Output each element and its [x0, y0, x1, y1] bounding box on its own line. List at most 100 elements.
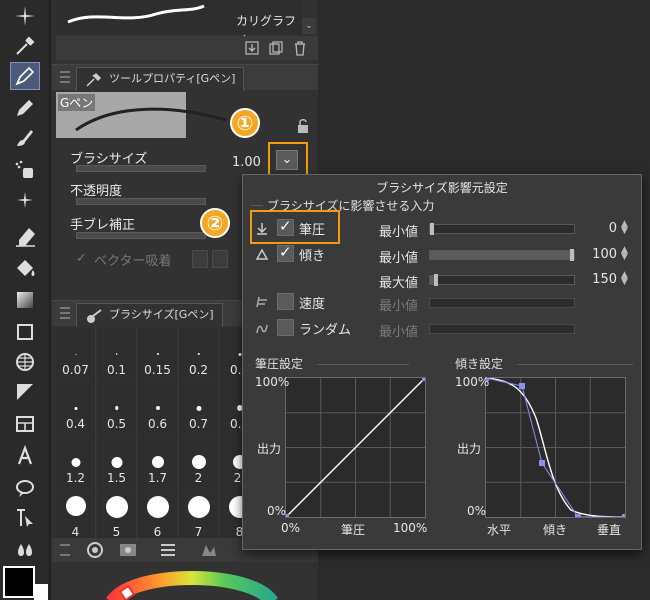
copy-icon[interactable] [268, 40, 284, 56]
correct-line-tool-icon[interactable] [10, 504, 40, 532]
balloon-frame-tool-icon[interactable] [10, 410, 40, 438]
brush-size-label: 4 [71, 525, 80, 539]
grip-icon[interactable] [60, 71, 70, 83]
grip-icon[interactable] [60, 544, 70, 556]
curve-control-point [575, 514, 581, 520]
brush-size-label: 1.7 [147, 471, 168, 485]
star-tool-icon[interactable] [10, 2, 40, 30]
trash-icon[interactable] [292, 40, 308, 56]
brush-size-dot [65, 496, 86, 516]
airbrush-tool-icon[interactable] [10, 156, 40, 184]
brush-size-bar[interactable] [76, 165, 206, 172]
random-min-label: 最小値 [379, 325, 419, 340]
step2-highlight [250, 210, 340, 244]
brush-size-dot [105, 496, 128, 518]
double-chevron-down-icon[interactable]: ⌄ [276, 150, 298, 170]
brush-size-cell[interactable]: 0.15 [138, 328, 178, 381]
sub-tool-item[interactable]: カリグラフィ [56, 0, 302, 45]
lock-icon[interactable] [296, 118, 310, 134]
tab-brush-size[interactable]: ブラシサイズ[Gペン] [76, 303, 223, 327]
brush-size-cell[interactable]: 0.6 [138, 382, 178, 435]
tab-label: ブラシサイズ[Gペン] [109, 308, 214, 321]
curve-control-point [422, 375, 428, 381]
brush-size-cell[interactable]: 1.5 [97, 436, 137, 489]
brush-size-dot [146, 496, 169, 518]
chevron-down-icon[interactable]: ⌄ [302, 18, 316, 34]
pressure-min-value: 0 [608, 221, 617, 236]
brush-size-label: 1.5 [106, 471, 127, 485]
tilt-min-spinner[interactable]: ▲ ▼ [621, 246, 629, 262]
brush-size-cell[interactable]: 0.4 [56, 382, 96, 435]
pressure-min-spinner[interactable]: ▲ ▼ [621, 220, 629, 236]
brush-size-dot [196, 405, 201, 411]
random-min-slider[interactable] [429, 324, 575, 334]
color-slider-tab-icon[interactable] [158, 541, 178, 559]
grip-icon[interactable] [60, 307, 70, 319]
color-wheel[interactable] [92, 562, 292, 600]
brush-size-label: 0.1 [106, 363, 127, 377]
color-set-tab-icon[interactable] [118, 541, 138, 559]
random-checkbox[interactable] [277, 319, 294, 336]
sub-color-swatch[interactable] [34, 584, 48, 600]
brush-size-dot [187, 496, 210, 518]
pressure-graph-title: 筆圧設定 [255, 357, 304, 371]
pressure-min-slider[interactable] [429, 223, 575, 235]
brush-size-cell[interactable]: 2 [179, 436, 219, 489]
brush-size-value: 1.00 [232, 155, 261, 170]
pencil-tool-icon[interactable] [10, 94, 40, 122]
tab-tool-property[interactable]: ツールプロパティ[Gペン] [76, 67, 245, 91]
balloon-tool-icon[interactable] [10, 474, 40, 502]
tilt-min-slider[interactable] [429, 249, 575, 261]
figure-tool-icon[interactable] [10, 318, 40, 346]
vector-snap-checkbox[interactable]: ✓ [76, 252, 89, 265]
eyedropper-tool-icon[interactable] [10, 32, 40, 60]
tilt-max-slider[interactable] [429, 274, 575, 286]
tilt-curve-graph[interactable] [483, 375, 628, 520]
brush-size-cell[interactable]: 0.07 [56, 328, 96, 381]
opacity-label: 不透明度 [70, 184, 123, 199]
pen-tool-icon[interactable] [10, 62, 40, 90]
tab-label: ツールプロパティ[Gペン] [109, 72, 236, 85]
pressure-x-left: 0% [281, 521, 301, 535]
brush-size-cell[interactable]: 0.1 [97, 328, 137, 381]
section-divider [317, 364, 409, 365]
main-color-swatch[interactable] [3, 566, 35, 598]
brush-size-cell[interactable]: 1.2 [56, 436, 96, 489]
brush-size-label: 6 [153, 525, 162, 539]
random-icon [256, 324, 268, 334]
brush-size-cell[interactable]: 4 [56, 490, 96, 543]
tilt-checkbox[interactable] [277, 243, 294, 262]
velocity-checkbox[interactable] [277, 293, 294, 310]
pressure-curve-graph[interactable] [283, 375, 428, 520]
blend-tool-icon[interactable] [10, 536, 40, 564]
stabilization-bar[interactable] [76, 232, 206, 239]
opacity-bar[interactable] [76, 198, 206, 205]
brush-tool-icon[interactable] [10, 124, 40, 152]
snap-option-1[interactable] [192, 250, 208, 268]
brush-size-cell[interactable]: 7 [179, 490, 219, 543]
brush-size-cell[interactable]: 5 [97, 490, 137, 543]
stabilization-label: 手ブレ補正 [70, 218, 136, 233]
brush-size-cell[interactable]: 1.7 [138, 436, 178, 489]
brush-size-cell[interactable]: 0.7 [179, 382, 219, 435]
ruler-tool-icon[interactable] [10, 378, 40, 406]
brush-size-cell[interactable]: 0.2 [179, 328, 219, 381]
velocity-min-slider[interactable] [429, 298, 575, 308]
snap-option-2[interactable] [212, 250, 228, 268]
text-tool-icon[interactable] [10, 442, 40, 470]
tool-bar [0, 0, 50, 600]
velocity-min-label: 最小値 [379, 299, 419, 314]
brush-size-label: 0.6 [147, 417, 168, 431]
eraser-tool-icon[interactable] [10, 222, 40, 250]
intermediate-color-tab-icon[interactable] [198, 541, 218, 559]
download-icon[interactable] [244, 40, 260, 56]
brush-size-cell[interactable]: 0.5 [97, 382, 137, 435]
brush-size-label: 2 [194, 471, 203, 485]
decoration-tool-icon[interactable] [10, 186, 40, 214]
color-wheel-tab-icon[interactable] [86, 541, 104, 559]
frame-tool-icon[interactable] [10, 348, 40, 376]
gradient-tool-icon[interactable] [10, 286, 40, 314]
fill-tool-icon[interactable] [10, 254, 40, 282]
tilt-max-spinner[interactable]: ▲ ▼ [621, 271, 629, 287]
brush-size-cell[interactable]: 6 [138, 490, 178, 543]
